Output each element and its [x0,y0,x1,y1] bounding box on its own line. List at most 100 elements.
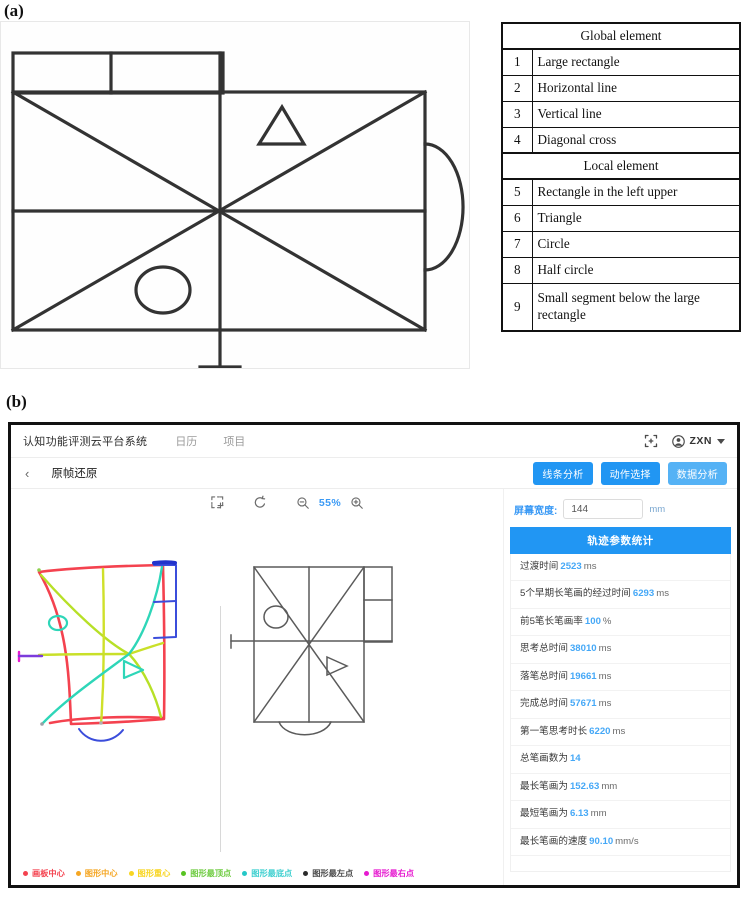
stat-unit: ms [656,588,670,600]
legend-label: 图形最左点 [312,869,354,878]
stat-label: 完成总时间 [520,698,568,710]
stat-row: 思考总时间 38010 ms [511,636,730,664]
user-avatar-icon [671,434,685,448]
zoom-out-icon[interactable] [296,496,310,510]
table-row: 8 Half circle [501,256,741,284]
legend-label: 图形最底点 [251,869,293,878]
stat-unit: ms [598,670,612,682]
legend-item: 图形重心 [128,867,171,879]
stat-label: 5个早期长笔画的经过时间 [520,588,631,600]
stat-row: 第一笔思考时长 6220 ms [511,719,730,747]
stat-value: 6293 [632,588,655,600]
line-analysis-button[interactable]: 线条分析 [533,461,593,485]
row-number: 3 [501,100,533,128]
row-label: Vertical line [531,100,741,128]
nav-item-project[interactable]: 项目 [223,433,245,449]
legend-label: 图形中心 [84,869,118,878]
stat-value: 100 [584,615,601,627]
legend-dot [75,870,81,876]
stats-list[interactable]: 过渡时间 2523 ms 5个早期长笔画的经过时间 6293 ms 前5笔长笔画率 100… [510,554,731,872]
row-label: Triangle [531,204,741,232]
crop-select-icon[interactable] [210,495,225,510]
rey-figure-svg [10,51,465,368]
stat-label: 最长笔画为 [520,780,568,792]
screen-width-label: 屏幕宽度: [514,505,558,517]
chevron-down-icon[interactable] [717,438,725,444]
legend-dot [181,870,187,876]
stat-row: 5个早期长笔画的经过时间 6293 ms [511,581,730,609]
legend-item: 图形最左点 [303,867,353,879]
stat-value: 152.63 [569,780,600,792]
app-header-bar: 认知功能评测云平台系统 日历 项目 ZXN [11,425,737,458]
panel-b-app-screenshot: 认知功能评测云平台系统 日历 项目 ZXN ‹ 原帧还原 线条分析 动作选择 数… [8,422,740,888]
page-sub-header: ‹ 原帧还原 线条分析 动作选择 数据分析 [11,458,737,489]
rey-figure-illustration [0,21,470,369]
panel-label-b: (b) [6,392,27,411]
stat-label: 最短笔画为 [520,808,568,820]
legend-item: 图形中心 [75,867,118,879]
stat-value: 19661 [569,670,597,682]
user-name: ZXN [689,435,712,447]
stat-unit: ms [598,698,612,710]
page-title: 原帧还原 [51,468,98,480]
stat-row: 完成总时间 57671 ms [511,691,730,719]
canvas-area: 55% 画板中心 图形中心 图形重心 图形最顶点 图形最底点 图形最左点 图形最… [11,489,503,885]
screen-width-input[interactable] [563,499,644,519]
data-analysis-button[interactable]: 数据分析 [667,461,727,485]
reset-rotate-icon[interactable] [253,495,268,510]
user-drawing [17,560,177,742]
stat-row: 最长笔画为 152.63 mm [511,774,730,802]
stat-row: 总笔画数为 14 [511,746,730,774]
stat-value: 6.13 [569,808,589,820]
stat-value: 57671 [569,698,597,710]
legend-label: 图形最右点 [373,869,415,878]
stat-unit: ms [598,643,612,655]
stat-value: 38010 [569,643,597,655]
table-section-local: Local element [501,152,741,180]
stat-value: 14 [569,753,581,765]
zoom-controls: 55% [296,496,364,510]
table-row: 4 Diagonal cross [501,126,741,154]
stat-label: 过渡时间 [520,561,559,572]
section-header-local: Local element [501,152,741,180]
stat-label: 最长笔画的速度 [520,835,588,847]
user-menu[interactable]: ZXN [671,434,725,448]
legend-dot [128,870,134,876]
workspace: 55% 画板中心 图形中心 图形重心 图形最顶点 图形最底点 图形最左点 图形最… [11,489,737,885]
statistics-panel: 屏幕宽度: mm 轨迹参数统计 过渡时间2523ms 5个早期长笔画的经过时间6… [503,489,737,885]
legend-dot [364,870,370,876]
stat-label: 第一笔思考时长 [520,725,588,737]
row-label: Small segment below the large rectangle [531,282,741,332]
table-row: 2 Horizontal line [501,74,741,102]
legend-dot [242,870,248,876]
stat-row: 落笔总时间 19661 ms [511,664,730,692]
row-number: 5 [501,178,533,206]
zoom-in-icon[interactable] [350,496,364,510]
zoom-level-label: 55% [318,496,342,509]
stat-row: 最短笔画为 6.13 mm [511,801,730,829]
canvas-toolbar: 55% [11,495,503,510]
stat-row: 前5笔长笔画率 100% [511,609,730,637]
action-select-button[interactable]: 动作选择 [600,461,660,485]
legend-label: 图形重心 [137,869,171,878]
stat-value: 2523 [560,561,582,572]
rey-element-table: Global element 1 Large rectangle 2 Horiz… [501,22,741,332]
nav-item-calendar[interactable]: 日历 [175,433,197,449]
fullscreen-icon[interactable] [644,434,658,448]
row-label: Diagonal cross [531,126,741,154]
row-label: Circle [531,230,741,258]
stat-value: 6220 [589,725,611,737]
stat-row: 最长笔画的速度 90.10 mm/s [511,829,730,857]
row-number: 8 [501,256,533,284]
legend-label: 图形最顶点 [190,869,232,878]
stat-label: 落笔总时间 [520,670,568,682]
legend-item: 画板中心 [23,867,65,879]
row-label: Rectangle in the left upper [531,178,741,206]
table-row: 9 Small segment below the large rectangl… [501,282,741,332]
table-row: 6 Triangle [501,204,741,232]
stat-unit: % [602,615,612,627]
stat-row: 过渡时间 2523 ms [511,554,730,582]
table-row: 3 Vertical line [501,100,741,128]
row-number: 1 [501,48,533,76]
back-chevron-icon[interactable]: ‹ [25,467,29,480]
